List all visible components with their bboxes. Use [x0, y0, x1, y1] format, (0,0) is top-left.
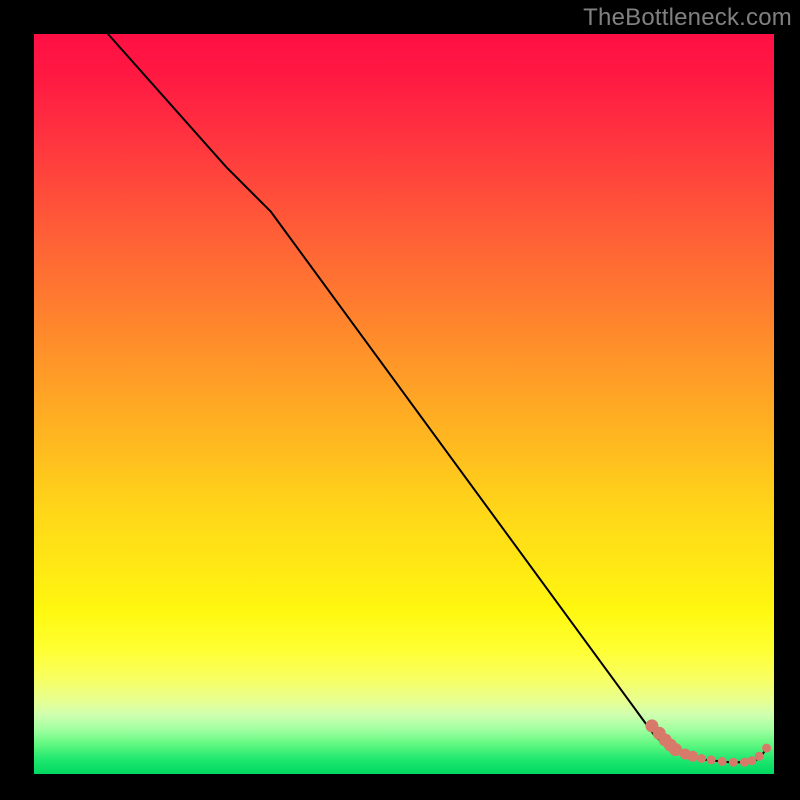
marker-dot: [755, 752, 764, 761]
marker-dot: [718, 757, 727, 766]
chart-frame: TheBottleneck.com: [0, 0, 800, 800]
watermark-text: TheBottleneck.com: [583, 4, 792, 32]
marker-dot: [762, 744, 771, 753]
marker-dot: [740, 758, 749, 767]
bottleneck-curve: [108, 34, 767, 762]
marker-dot: [729, 758, 738, 767]
chart-overlay: [34, 34, 774, 774]
marker-dot: [687, 751, 698, 762]
marker-dot: [697, 754, 706, 763]
marker-dot: [707, 755, 716, 764]
highlight-segment: [645, 719, 771, 766]
